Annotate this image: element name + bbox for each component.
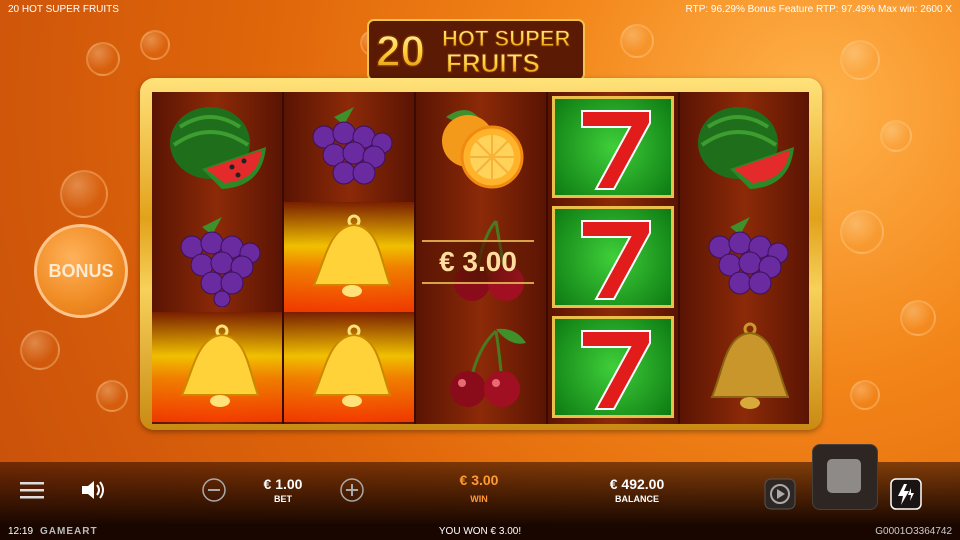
status-footer: 12:19 GAMEART YOU WON € 3.00! G0001O3364…: [0, 524, 960, 540]
bubble: [86, 42, 120, 76]
symbol-seven: [548, 202, 678, 312]
symbol-seven: [548, 312, 678, 422]
symbol-cherries: [416, 312, 546, 422]
win-message: YOU WON € 3.00!: [438, 526, 522, 537]
decrease-bet-icon[interactable]: [202, 478, 226, 502]
bubble: [900, 300, 936, 336]
bonus-button[interactable]: BONUS: [34, 224, 128, 318]
bubble: [880, 120, 912, 152]
win-amount-overlay: € 3.00: [422, 240, 534, 284]
symbol-seven: [548, 92, 678, 202]
bonus-button-label: BONUS: [48, 260, 114, 281]
symbol-grapes: [284, 92, 414, 202]
symbol-watermelon: [680, 92, 809, 202]
bubble: [60, 170, 108, 218]
bubble: [140, 30, 170, 60]
stop-icon: [827, 459, 861, 493]
symbol-grapes: [152, 202, 282, 312]
increase-bet-icon[interactable]: [340, 478, 364, 502]
bubble: [620, 24, 654, 58]
balance-label: BALANCE: [615, 494, 659, 504]
bet-label: BET: [274, 494, 292, 504]
menu-icon[interactable]: [20, 480, 44, 500]
svg-text:20: 20: [376, 27, 425, 76]
bet-value: € 1.00: [263, 476, 303, 492]
win-label: WIN: [470, 494, 488, 504]
svg-text:FRUITS: FRUITS: [446, 48, 540, 78]
game-title: 20 HOT SUPER FRUITS: [8, 4, 119, 15]
rtp-info: RTP: 96.29% Bonus Feature RTP: 97.49% Ma…: [685, 4, 952, 15]
symbol-orange: [416, 92, 546, 202]
symbol-bell-fire: [284, 202, 414, 312]
bubble: [20, 330, 60, 370]
symbol-grapes: [680, 202, 809, 312]
spin-button[interactable]: [812, 444, 878, 510]
bubble: [96, 380, 128, 412]
balance-value: € 492.00: [609, 476, 665, 492]
bubble: [850, 380, 880, 410]
session-id: G0001O3364742: [875, 526, 952, 537]
reel-1: [152, 92, 282, 424]
sound-icon[interactable]: [80, 478, 106, 502]
bubble: [840, 210, 884, 254]
reel-4: [548, 92, 678, 424]
symbol-bell-fire: [152, 312, 282, 422]
autoplay-icon[interactable]: [764, 478, 796, 510]
symbol-bell: [680, 312, 809, 422]
bubble: [840, 40, 880, 80]
game-logo: 20 HOT SUPER FRUITS: [367, 19, 585, 81]
win-value: € 3.00: [459, 472, 499, 488]
turbo-icon[interactable]: [890, 478, 922, 510]
reel-5: [680, 92, 809, 424]
reel-2: [284, 92, 414, 424]
symbol-bell-fire: [284, 312, 414, 422]
symbol-watermelon: [152, 92, 282, 202]
